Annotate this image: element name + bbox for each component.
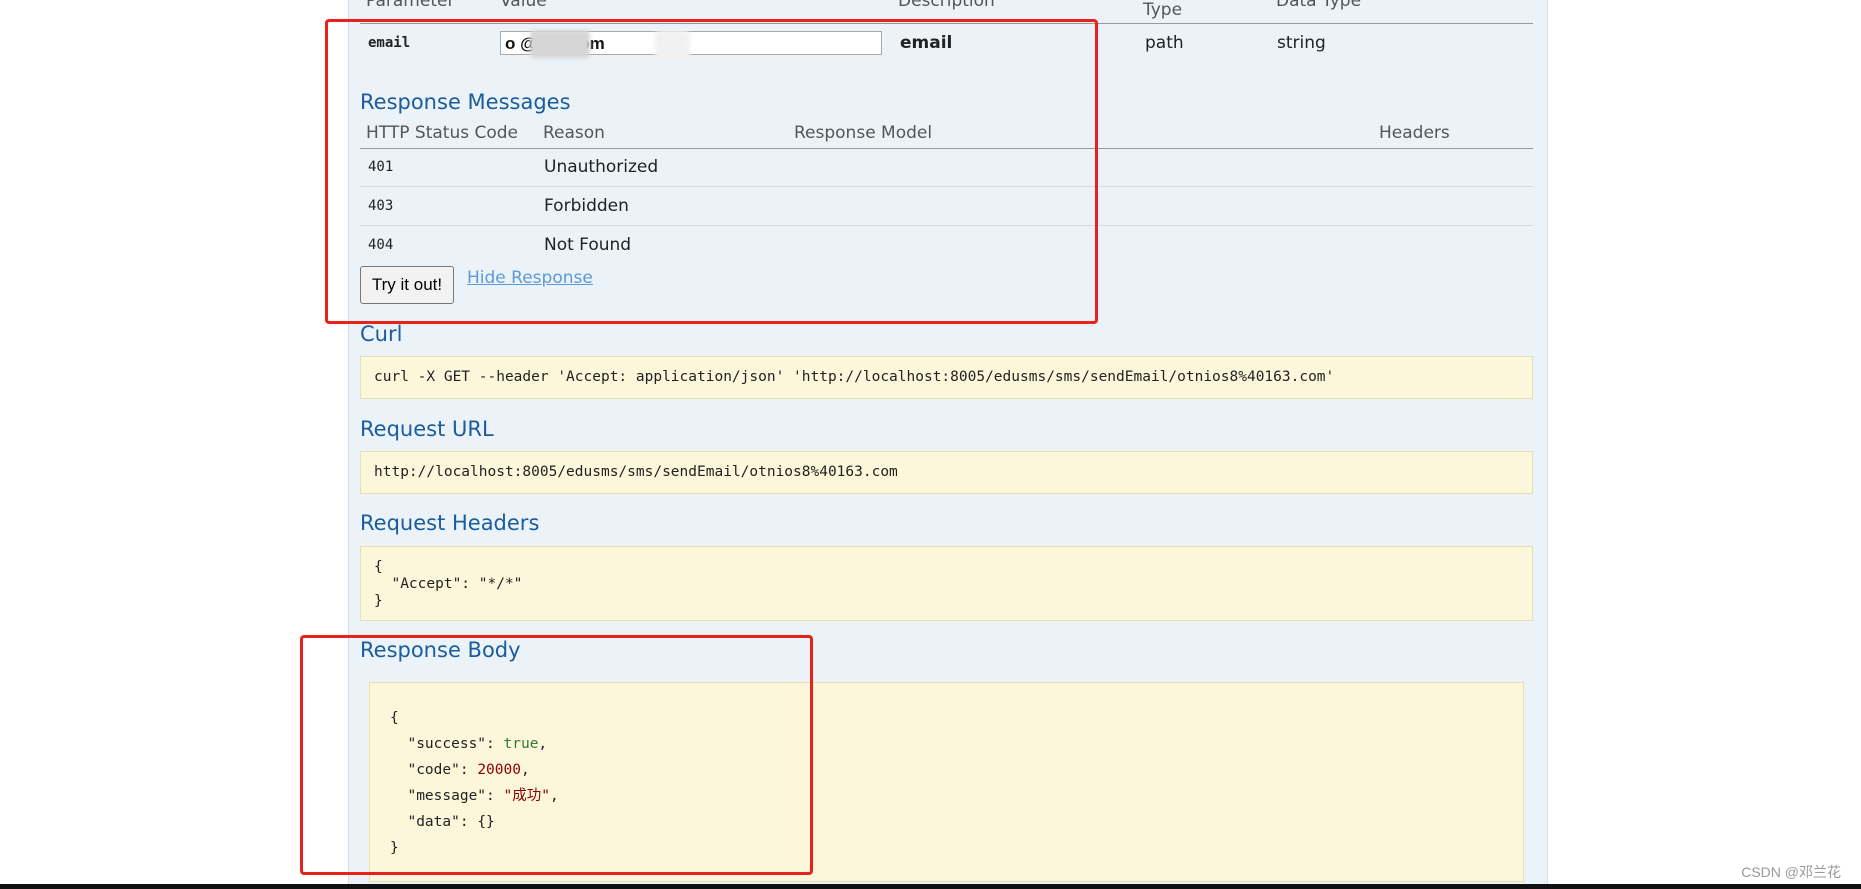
- param-data-type: string: [1277, 33, 1326, 53]
- highlight-box-response: [300, 635, 813, 875]
- request-url-box: http://localhost:8005/edusms/sms/sendEma…: [360, 451, 1533, 494]
- header-parameter: Parameter: [366, 0, 455, 11]
- request-headers-title: Request Headers: [360, 511, 540, 535]
- header-parameter-type: Type: [1143, 0, 1183, 20]
- curl-box: curl -X GET --header 'Accept: applicatio…: [360, 356, 1533, 399]
- curl-title: Curl: [360, 322, 403, 346]
- request-headers-line: "Accept": "*/*": [374, 576, 523, 592]
- param-type: path: [1145, 33, 1184, 53]
- request-url-title: Request URL: [360, 417, 494, 441]
- highlight-box-params: [325, 19, 1098, 324]
- header-data-type: Data Type: [1276, 0, 1362, 11]
- bottom-bar: [0, 884, 1861, 889]
- request-headers-line: }: [374, 593, 383, 609]
- header-value: Value: [500, 0, 547, 11]
- csdn-watermark: CSDN @邓兰花: [1741, 864, 1841, 880]
- curl-command: curl -X GET --header 'Accept: applicatio…: [374, 369, 1335, 385]
- header-headers: Headers: [1379, 123, 1450, 143]
- header-description: Description: [898, 0, 995, 11]
- request-headers-line: {: [374, 559, 383, 575]
- request-headers-box: { "Accept": "*/*" }: [360, 546, 1533, 621]
- request-url-text: http://localhost:8005/edusms/sms/sendEma…: [374, 464, 898, 480]
